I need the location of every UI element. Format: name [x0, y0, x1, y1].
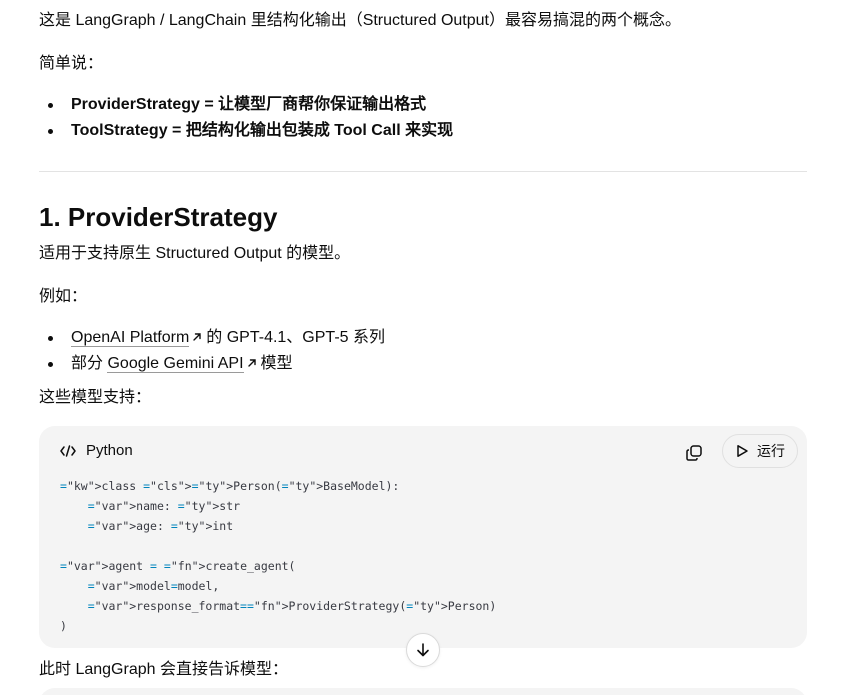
code-header: Python 运行 [39, 426, 807, 476]
list-item: ToolStrategy = 把结构化输出包装成 Tool Call 来实现 [39, 118, 453, 144]
supports-label: 这些模型支持： [39, 389, 152, 406]
model-suffix: 的 GPT-4.1、GPT-5 系列 [206, 329, 385, 346]
code-line: ="var">age: ="ty">int [87, 519, 234, 533]
code-line: ="var">response_format=="fn">ProviderStr… [87, 599, 497, 613]
external-link-icon [247, 359, 256, 367]
after-code-paragraph: 此时 LangGraph 会直接告诉模型： [39, 661, 288, 678]
example-label: 例如： [39, 288, 88, 305]
code-line: ) [60, 619, 67, 633]
list-item: OpenAI Platform 的 GPT-4.1、GPT-5 系列 [39, 325, 385, 351]
model-suffix: 模型 [260, 355, 293, 372]
arrow-down-icon [417, 643, 429, 657]
divider [39, 171, 807, 172]
code-content: ="kw">class ="cls">="ty">Person(="ty">Ba… [60, 476, 496, 636]
code-brackets-icon [60, 445, 76, 457]
run-code-button[interactable]: 运行 [722, 434, 798, 468]
copy-code-button[interactable] [679, 438, 709, 468]
google-gemini-link[interactable]: Google Gemini API [107, 355, 244, 373]
play-icon [737, 445, 748, 457]
summary-list: ProviderStrategy = 让模型厂商帮你保证输出格式 ToolStr… [39, 92, 453, 144]
code-line: ="kw">class ="cls">="ty">Person(="ty">Ba… [60, 479, 400, 493]
next-code-block [39, 688, 807, 695]
copy-icon [686, 445, 702, 461]
openai-platform-link[interactable]: OpenAI Platform [71, 329, 190, 347]
run-label: 运行 [757, 443, 785, 459]
code-language-label: Python [86, 442, 133, 459]
code-block: Python 运行 ="kw">class ="cls">="ty">Perso… [39, 426, 807, 648]
code-line: ="var">model=model, [87, 579, 220, 593]
simple-label: 简单说： [39, 55, 104, 72]
external-link-icon [193, 333, 201, 341]
list-item: 部分 Google Gemini API 模型 [39, 351, 385, 377]
model-prefix: 部分 [71, 355, 104, 372]
code-line: ="var">name: ="ty">str [87, 499, 241, 513]
applies-paragraph: 适用于支持原生 Structured Output 的模型。 [39, 245, 351, 262]
scroll-to-bottom-button[interactable] [406, 633, 440, 667]
code-line: ="var">agent = ="fn">create_agent( [60, 559, 296, 573]
model-list: OpenAI Platform 的 GPT-4.1、GPT-5 系列 部分 Goo… [39, 325, 385, 377]
section-heading: 1. ProviderStrategy [39, 202, 278, 232]
intro-paragraph: 这是 LangGraph / LangChain 里结构化输出（Structur… [39, 12, 681, 29]
list-item: ProviderStrategy = 让模型厂商帮你保证输出格式 [39, 92, 453, 118]
